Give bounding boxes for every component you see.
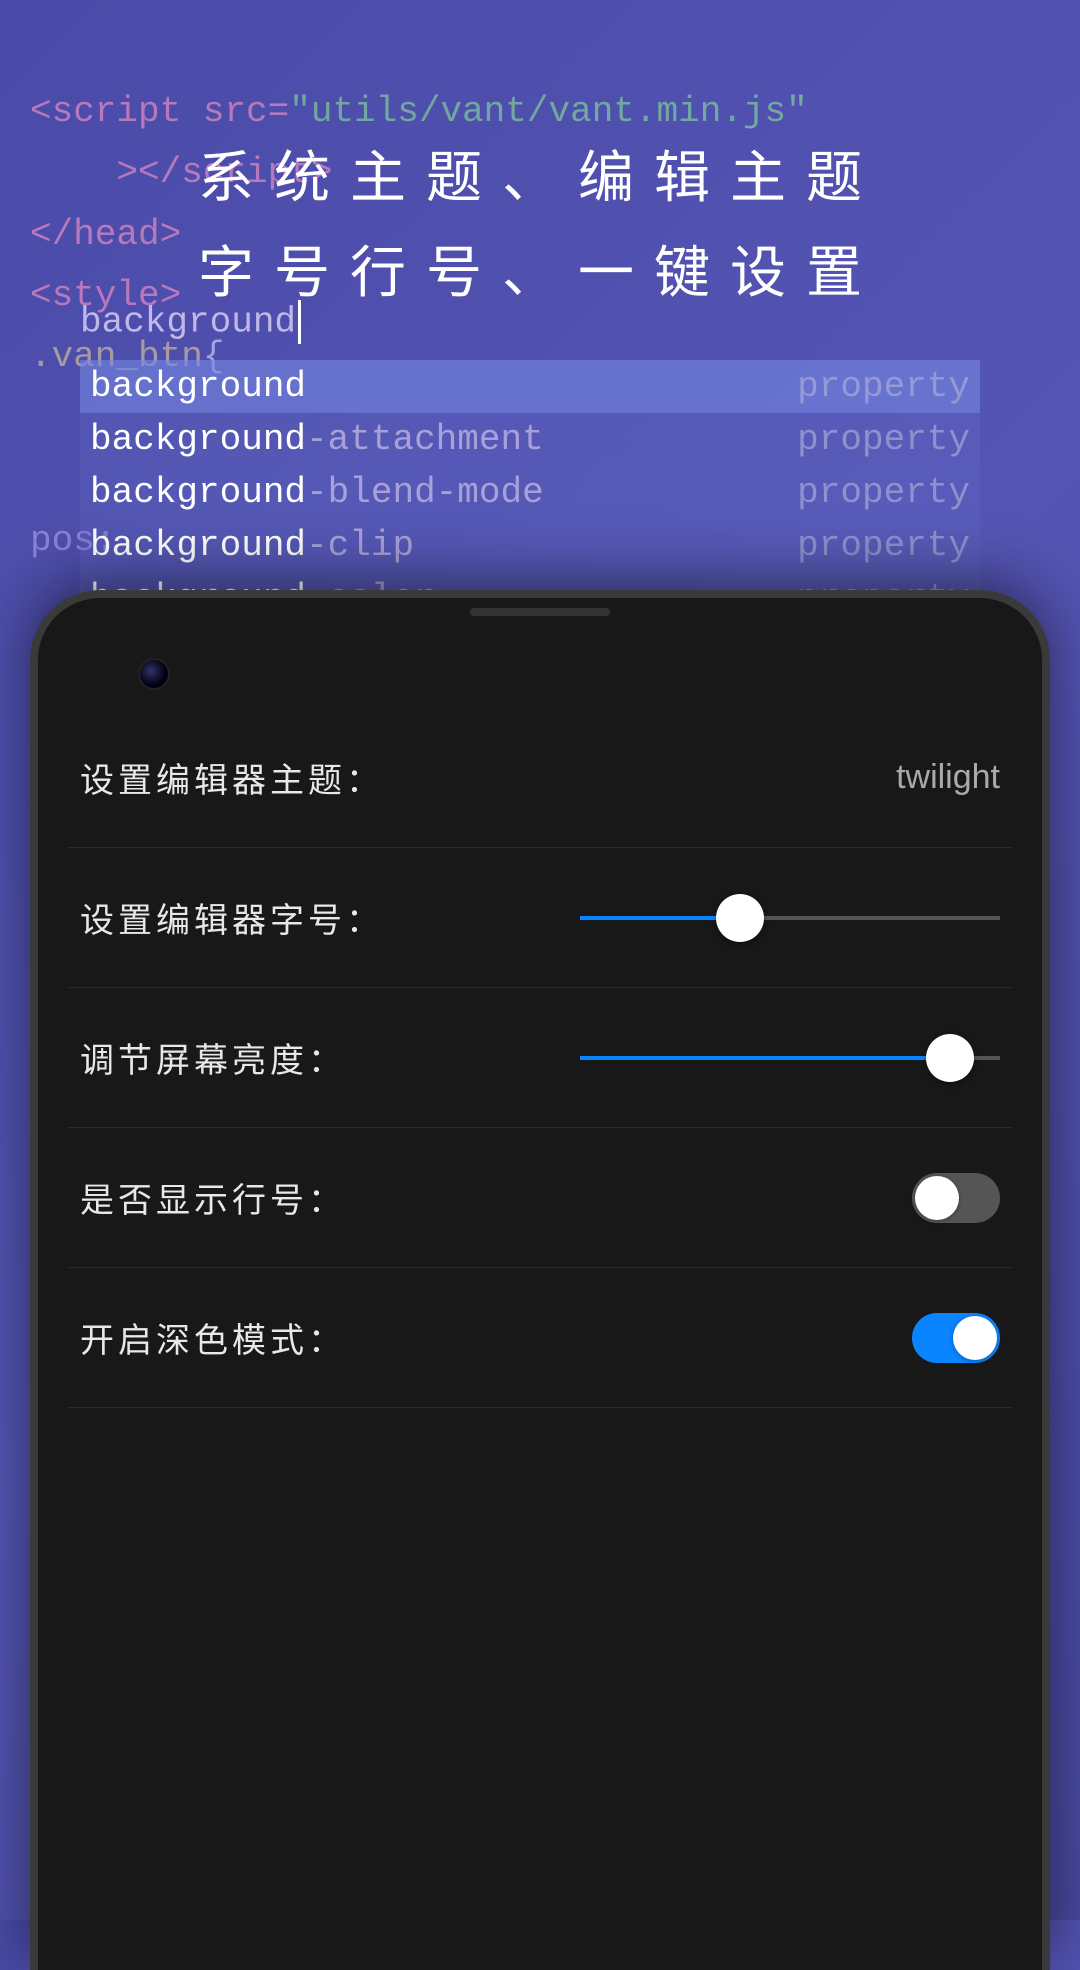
- font-size-label: 设置编辑器字号：: [80, 893, 384, 942]
- settings-panel: 设置编辑器主题： twilight 设置编辑器字号： 调节屏幕亮度： 是否显示行…: [68, 708, 1012, 1970]
- row-editor-theme[interactable]: 设置编辑器主题： twilight: [68, 708, 1012, 848]
- dark-mode-label: 开启深色模式：: [80, 1313, 346, 1362]
- brightness-label: 调节屏幕亮度：: [80, 1033, 346, 1082]
- autocomplete-item[interactable]: background-blend-mode property: [80, 466, 980, 519]
- autocomplete-popup: background background property backgroun…: [80, 300, 980, 625]
- line-number-toggle[interactable]: [912, 1173, 1000, 1223]
- typed-text: background: [80, 302, 296, 343]
- autocomplete-item[interactable]: background-clip property: [80, 519, 980, 572]
- autocomplete-item[interactable]: background property: [80, 360, 980, 413]
- theme-label: 设置编辑器主题：: [80, 753, 384, 802]
- autocomplete-item[interactable]: background-attachment property: [80, 413, 980, 466]
- brightness-slider[interactable]: [580, 1036, 1000, 1080]
- row-font-size: 设置编辑器字号：: [68, 848, 1012, 988]
- row-brightness: 调节屏幕亮度：: [68, 988, 1012, 1128]
- font-size-slider[interactable]: [580, 896, 1000, 940]
- phone-mockup: 设置编辑器主题： twilight 设置编辑器字号： 调节屏幕亮度： 是否显示行…: [30, 590, 1050, 1970]
- row-dark-mode: 开启深色模式：: [68, 1268, 1012, 1408]
- text-cursor: [298, 300, 301, 344]
- autocomplete-list: background property background-attachmen…: [80, 360, 980, 625]
- phone-speaker: [470, 608, 610, 616]
- row-line-number: 是否显示行号：: [68, 1128, 1012, 1268]
- theme-value: twilight: [896, 758, 1000, 797]
- dark-mode-toggle[interactable]: [912, 1313, 1000, 1363]
- promo-title: 系统主题、编辑主题 字号行号、一键设置: [0, 130, 1080, 320]
- line-number-label: 是否显示行号：: [80, 1173, 346, 1222]
- phone-camera: [138, 658, 170, 690]
